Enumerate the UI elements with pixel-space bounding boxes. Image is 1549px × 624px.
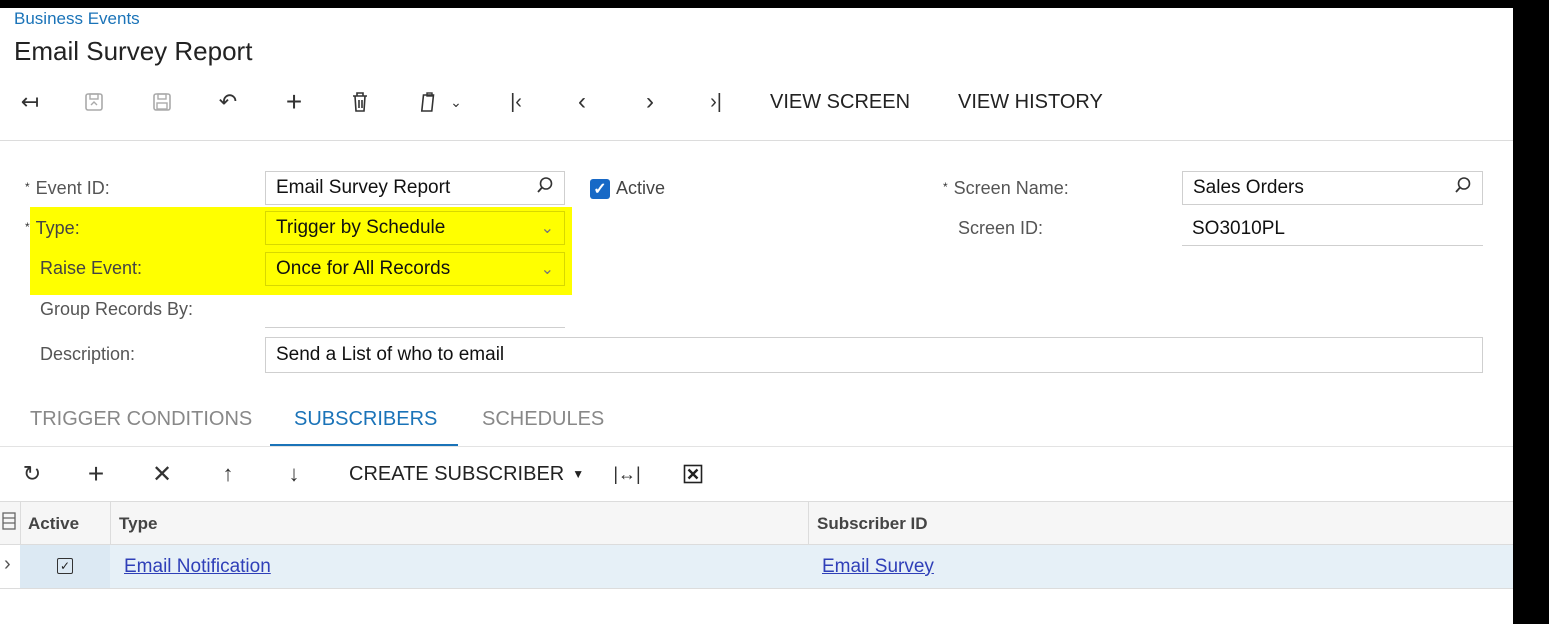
page-title: Email Survey Report — [14, 36, 253, 66]
column-separator — [20, 502, 21, 546]
chevron-right-icon: › — [646, 88, 654, 115]
tabs-divider — [0, 446, 1513, 447]
first-icon: |‹ — [510, 90, 522, 113]
active-cell: ✓ — [20, 545, 110, 588]
move-up-button[interactable]: ↑ — [214, 456, 242, 492]
search-icon[interactable] — [536, 176, 554, 200]
add-button[interactable]: + — [278, 82, 310, 122]
breadcrumb[interactable]: Business Events — [14, 9, 140, 29]
active-checkbox-group[interactable]: ✓ Active — [590, 178, 665, 199]
first-record-button[interactable]: |‹ — [500, 82, 532, 122]
save-button[interactable] — [146, 82, 178, 122]
screen-name-label: * Screen Name: — [943, 178, 1069, 199]
event-id-label-text: Event ID: — [35, 178, 110, 198]
grid-header: Active Type Subscriber ID — [0, 501, 1513, 546]
column-header-subscriber-id[interactable]: Subscriber ID — [817, 514, 928, 534]
screen-name-label-text: Screen Name: — [953, 178, 1069, 198]
chevron-down-icon: ⌄ — [450, 93, 462, 110]
caret-down-icon: ▼ — [572, 467, 585, 481]
plus-icon: + — [285, 86, 303, 117]
business-event-page: Business Events Email Survey Report ↤ ↶ … — [0, 8, 1513, 624]
refresh-icon: ↻ — [22, 461, 42, 486]
grid-toolbar: ↻ + ✕ ↑ ↓ CREATE SUBSCRIBER ▼ |↔| — [0, 456, 1513, 492]
screen-id-value: SO3010PL — [1182, 212, 1483, 246]
required-marker: * — [25, 180, 30, 194]
undo-icon: ↶ — [218, 89, 238, 114]
create-subscriber-label: CREATE SUBSCRIBER — [349, 462, 565, 485]
tab-schedules[interactable]: SCHEDULES — [482, 408, 604, 431]
required-marker: * — [25, 220, 30, 234]
row-indicator-cell: › — [0, 545, 20, 588]
next-record-button[interactable]: › — [634, 82, 666, 122]
search-icon[interactable] — [1454, 176, 1472, 200]
last-icon: ›| — [710, 90, 722, 113]
chevron-down-icon: ⌄ — [540, 220, 554, 237]
required-marker: * — [943, 180, 948, 194]
raise-event-label: Raise Event: — [40, 258, 143, 278]
table-row[interactable]: › ✓ Email Notification Email Survey — [0, 545, 1513, 589]
back-button[interactable]: ↤ — [14, 82, 46, 122]
arrow-up-icon: ↑ — [222, 461, 234, 486]
excel-icon — [683, 464, 703, 484]
type-select[interactable]: Trigger by Schedule ⌄ — [265, 211, 565, 245]
active-checkbox[interactable]: ✓ — [590, 178, 610, 199]
type-label: * Type: — [25, 218, 80, 239]
description-label: Description: — [40, 344, 136, 364]
clipboard-icon — [421, 92, 435, 112]
back-arrow-icon: ↤ — [20, 89, 40, 114]
chevron-left-icon: ‹ — [578, 88, 586, 115]
save-icon — [153, 93, 171, 111]
main-toolbar: ↤ ↶ + ⌄ |‹ ‹ › ›| VIEW SCREEN VIEW HISTO… — [0, 82, 1513, 122]
column-separator — [110, 502, 111, 546]
plus-icon: + — [87, 458, 105, 489]
close-icon: ✕ — [151, 460, 173, 488]
delete-button[interactable] — [344, 82, 376, 122]
view-screen-button[interactable]: VIEW SCREEN — [770, 82, 910, 122]
row-subscriber-id-link[interactable]: Email Survey — [822, 556, 934, 578]
row-type-link[interactable]: Email Notification — [124, 556, 271, 578]
export-excel-button[interactable] — [680, 456, 706, 492]
tab-trigger-conditions[interactable]: TRIGGER CONDITIONS — [30, 408, 252, 431]
raise-event-value: Once for All Records — [276, 258, 451, 279]
column-separator — [808, 502, 809, 546]
column-header-active[interactable]: Active — [28, 514, 79, 534]
fit-width-icon: |↔| — [613, 463, 641, 484]
column-header-type[interactable]: Type — [119, 514, 157, 534]
event-id-label: * Event ID: — [25, 178, 110, 199]
arrow-down-icon: ↓ — [288, 461, 300, 486]
copy-paste-button[interactable]: ⌄ — [410, 82, 470, 122]
screen-name-field[interactable]: Sales Orders — [1182, 171, 1483, 205]
previous-record-button[interactable]: ‹ — [566, 82, 598, 122]
row-active-checkbox[interactable]: ✓ — [57, 558, 73, 574]
raise-event-select[interactable]: Once for All Records ⌄ — [265, 252, 565, 286]
trash-icon — [353, 92, 367, 112]
group-records-label: Group Records By: — [40, 299, 194, 319]
type-value: Trigger by Schedule — [276, 217, 446, 238]
refresh-button[interactable]: ↻ — [18, 456, 46, 492]
toolbar-divider — [0, 140, 1513, 141]
screen-id-label: Screen ID: — [958, 218, 1044, 238]
active-label: Active — [616, 178, 666, 198]
last-record-button[interactable]: ›| — [700, 82, 732, 122]
create-subscriber-button[interactable]: CREATE SUBSCRIBER ▼ — [349, 456, 584, 492]
save-and-close-button[interactable] — [78, 82, 110, 122]
save-close-icon — [85, 93, 103, 111]
cancel-button[interactable]: ↶ — [212, 82, 244, 122]
delete-row-button[interactable]: ✕ — [148, 456, 176, 492]
description-field[interactable]: Send a List of who to email — [265, 337, 1483, 373]
view-history-button[interactable]: VIEW HISTORY — [958, 82, 1103, 122]
chevron-right-icon[interactable]: › — [4, 553, 11, 576]
type-label-text: Type: — [35, 218, 80, 238]
move-down-button[interactable]: ↓ — [280, 456, 308, 492]
add-row-button[interactable]: + — [82, 456, 110, 492]
tab-subscribers[interactable]: SUBSCRIBERS — [294, 408, 437, 431]
description-value: Send a List of who to email — [276, 344, 505, 365]
screen-name-value: Sales Orders — [1193, 177, 1304, 198]
row-selector-icon[interactable] — [2, 512, 16, 535]
chevron-down-icon: ⌄ — [540, 261, 554, 278]
event-id-value: Email Survey Report — [276, 177, 451, 198]
fit-columns-button[interactable]: |↔| — [612, 456, 642, 492]
event-id-field[interactable]: Email Survey Report — [265, 171, 565, 205]
group-records-field[interactable] — [265, 294, 565, 328]
